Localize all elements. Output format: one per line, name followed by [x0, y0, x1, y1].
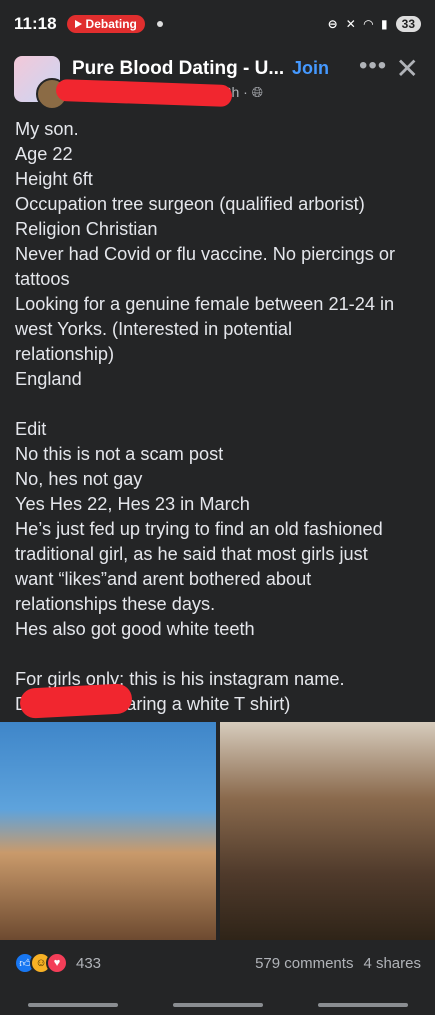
post-line: Age 22: [15, 144, 73, 164]
status-bar: 11:18 Debating ⊖ ✕ ◠ ▮ 33: [0, 0, 435, 48]
post-line: My son.: [15, 119, 79, 139]
post-line: Religion Christian: [15, 219, 158, 239]
wifi-icon: ◠: [363, 17, 374, 31]
love-reaction-icon: ♥: [46, 952, 68, 974]
post-body: My son. Age 22 Height 6ft Occupation tree s…: [15, 117, 425, 717]
mute-icon: ✕: [345, 17, 356, 31]
post-line: Never had Covid or flu vaccine. No pierc…: [15, 244, 396, 264]
shares-count[interactable]: 4 shares: [363, 955, 421, 972]
clock: 11:18: [14, 14, 57, 33]
dnd-icon: ⊖: [327, 17, 338, 31]
more-icon[interactable]: •••: [359, 52, 387, 80]
app-indicator-pill[interactable]: Debating: [66, 15, 145, 33]
post-line: Yes Hes 22, Hes 23 in March: [15, 494, 250, 514]
group-name[interactable]: Pure Blood Dating - U...: [72, 58, 284, 80]
post-line: England: [15, 369, 82, 389]
close-icon[interactable]: ✕: [396, 52, 419, 85]
signal-icon: ▮: [381, 17, 388, 31]
post-line: west Yorks. (Interested in potential: [15, 319, 293, 339]
nav-back-button[interactable]: [317, 1002, 408, 1007]
system-icons: ⊖ ✕ ◠ ▮ 33: [328, 16, 421, 32]
reaction-icons[interactable]: 👍︎ ☺ ♥: [14, 952, 68, 974]
system-nav-bar: [0, 994, 435, 1015]
post-line: want “likes”and arent bothered about: [15, 569, 312, 589]
post-line: Hes also got good white teeth: [15, 619, 255, 639]
post-line: No this is not a scam post: [15, 444, 224, 464]
photo-1[interactable]: [0, 722, 216, 940]
battery-icon: 33: [395, 16, 421, 32]
post-line: relationship): [15, 344, 115, 364]
comments-count[interactable]: 579 comments: [255, 955, 353, 972]
post-line: Looking for a genuine female between 21-…: [15, 294, 395, 314]
globe-icon: 🌐︎: [251, 84, 263, 100]
post-line: traditional girl, as he said that most g…: [15, 544, 368, 564]
post-line: [15, 642, 425, 667]
post-line: relationships these days.: [15, 594, 216, 614]
post-line: Occupation tree surgeon (qualified arbor…: [15, 194, 365, 214]
post-footer: 👍︎ ☺ ♥ 433 579 comments 4 shares: [14, 950, 421, 976]
nav-recents-button[interactable]: [27, 1002, 118, 1007]
post-line: Edit: [15, 419, 47, 439]
post-line: [15, 392, 425, 417]
post-header: Pure Blood Dating - U... Join ••• ✕ 22h …: [14, 52, 421, 112]
redaction-mark: [19, 683, 133, 719]
photo-grid: [0, 722, 435, 940]
nav-home-button[interactable]: [172, 1002, 263, 1007]
dot-separator: ·: [243, 84, 252, 100]
notification-dot-icon: [156, 21, 163, 27]
post-line: Height 6ft: [15, 169, 93, 189]
post-line: He’s just fed up trying to find an old f…: [15, 519, 383, 539]
reaction-count[interactable]: 433: [76, 955, 101, 972]
app-indicator-label: Debating: [85, 17, 137, 31]
play-icon: [74, 20, 82, 28]
join-button[interactable]: Join: [292, 58, 329, 79]
post-line: tattoos: [15, 269, 70, 289]
photo-2[interactable]: [219, 722, 435, 940]
post-line: No, hes not gay: [15, 469, 143, 489]
